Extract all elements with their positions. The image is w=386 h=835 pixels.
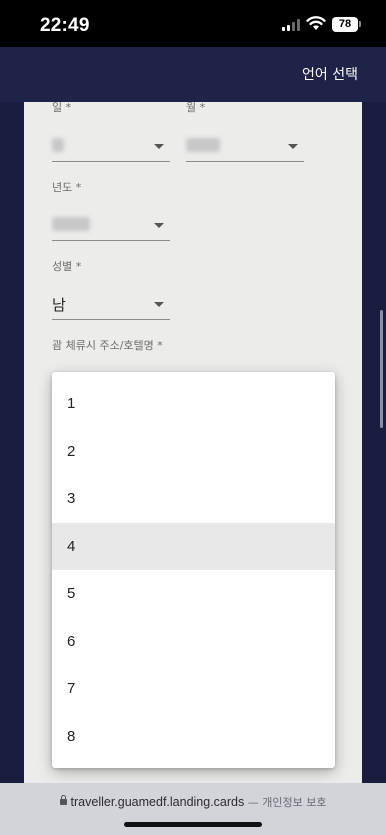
year-value-redacted bbox=[52, 217, 90, 231]
gender-label: 성별 * bbox=[52, 260, 82, 273]
gender-dropdown-arrow-icon bbox=[154, 302, 164, 307]
dropdown-option[interactable]: 3 bbox=[52, 475, 335, 523]
gender-value: 남 bbox=[52, 296, 66, 314]
app-header: 언어 선택 bbox=[0, 47, 386, 102]
status-bar: 22:49 78 bbox=[0, 0, 386, 47]
year-dropdown-arrow-icon bbox=[154, 223, 164, 228]
day-dropdown-menu: 1 2 3 4 5 6 7 8 bbox=[52, 372, 335, 768]
wifi-icon bbox=[306, 16, 326, 30]
page-scrollbar[interactable] bbox=[380, 310, 383, 428]
day-select[interactable] bbox=[52, 132, 170, 162]
dropdown-option[interactable]: 6 bbox=[52, 618, 335, 666]
day-dropdown-arrow-icon bbox=[154, 144, 164, 149]
month-select[interactable] bbox=[186, 132, 304, 162]
day-label: 일 * bbox=[52, 101, 72, 114]
address-label: 괌 체류시 주소/호텔명 * bbox=[52, 339, 163, 352]
privacy-note: — 개인정보 보호 bbox=[247, 796, 327, 809]
month-dropdown-arrow-icon bbox=[288, 144, 298, 149]
dropdown-option-highlighted[interactable]: 4 bbox=[52, 522, 335, 570]
month-label: 월 * bbox=[186, 101, 206, 114]
month-value-redacted bbox=[186, 138, 220, 152]
dropdown-option[interactable]: 8 bbox=[52, 713, 335, 761]
dropdown-option[interactable]: 7 bbox=[52, 665, 335, 713]
cellular-signal-icon bbox=[282, 19, 300, 31]
battery-tip bbox=[359, 21, 361, 27]
battery-icon: 78 bbox=[332, 17, 358, 32]
status-time: 22:49 bbox=[40, 15, 90, 36]
year-label: 년도 * bbox=[52, 181, 82, 194]
year-select[interactable] bbox=[52, 211, 170, 241]
language-select-button[interactable]: 언어 선택 bbox=[302, 64, 358, 84]
dropdown-option[interactable]: 1 bbox=[52, 380, 335, 428]
gender-select[interactable]: 남 bbox=[52, 290, 170, 320]
home-indicator[interactable] bbox=[124, 822, 262, 827]
dropdown-option[interactable]: 5 bbox=[52, 570, 335, 618]
day-value-redacted bbox=[52, 138, 64, 152]
lock-icon bbox=[59, 795, 67, 805]
browser-url-bar[interactable]: traveller.guamedf.landing.cards — 개인정보 보… bbox=[0, 783, 386, 835]
dropdown-option[interactable]: 2 bbox=[52, 428, 335, 476]
url-text: traveller.guamedf.landing.cards bbox=[70, 795, 245, 809]
